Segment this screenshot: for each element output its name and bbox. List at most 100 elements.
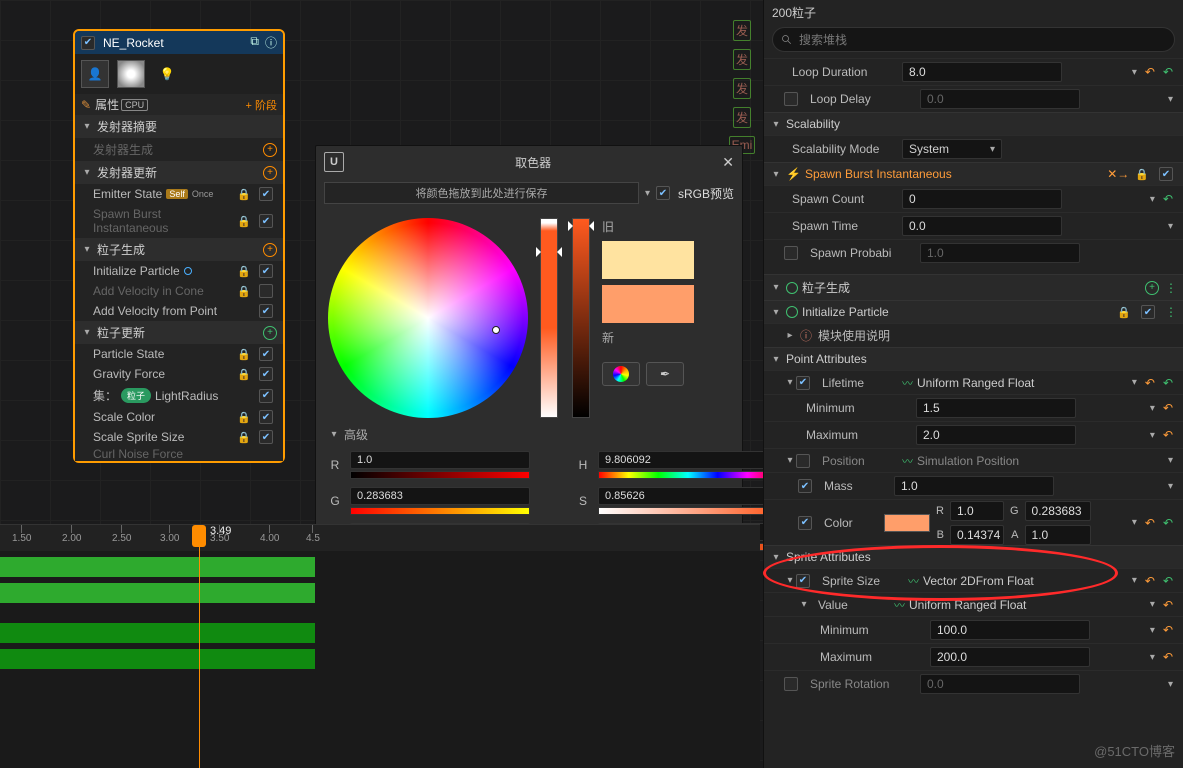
- prop-lifetime[interactable]: ▾ Lifetime 〰 Uniform Ranged Float ▾↶↶: [764, 370, 1183, 394]
- item-curl-noise[interactable]: Curl Noise Force: [75, 447, 283, 461]
- saturation-bar[interactable]: [540, 218, 558, 418]
- reset-icon[interactable]: ↶: [1163, 65, 1173, 79]
- timeline-track[interactable]: [0, 623, 760, 643]
- close-icon[interactable]: ✕: [722, 154, 734, 171]
- life-min-input[interactable]: 1.5: [916, 398, 1076, 418]
- mass-input[interactable]: 1.0: [894, 476, 1054, 496]
- loop-duration-input[interactable]: 8.0: [902, 62, 1062, 82]
- eyedropper-button[interactable]: ✒: [646, 362, 684, 386]
- dialog-titlebar[interactable]: U 取色器 ✕: [316, 146, 742, 178]
- section-emitter-update[interactable]: ▾发射器更新 +: [75, 161, 283, 184]
- props-row[interactable]: ✎ 属性 CPU + 阶段: [75, 94, 283, 115]
- group-particle-spawn[interactable]: ▾ 粒子生成 +⋮: [764, 274, 1183, 300]
- prop-loop-duration[interactable]: Loop Duration 8.0 ▾↶↶: [764, 58, 1183, 85]
- new-color-swatch[interactable]: [602, 285, 694, 323]
- info-icon[interactable]: ⓘ: [265, 34, 277, 51]
- color-B-input[interactable]: 0.14374: [950, 525, 1004, 545]
- size-min-input[interactable]: 100.0: [930, 620, 1090, 640]
- enable-emitter-checkbox[interactable]: [81, 36, 95, 50]
- item-gravity-force[interactable]: Gravity Force 🔒: [75, 364, 283, 384]
- group-scalability[interactable]: ▾Scalability: [764, 112, 1183, 135]
- item-scale-color[interactable]: Scale Color 🔒: [75, 407, 283, 427]
- prop-color[interactable]: Color R1.0 G0.283683 B0.14374 A1.0 ▾↶↶: [764, 499, 1183, 545]
- advanced-header[interactable]: ▾高级: [316, 422, 742, 447]
- srgb-checkbox[interactable]: [656, 186, 670, 200]
- reset-icon[interactable]: ↶: [1163, 192, 1173, 206]
- color-G-input[interactable]: 0.283683: [1025, 501, 1091, 521]
- prop-life-min[interactable]: Minimum 1.5 ▾↶: [764, 394, 1183, 421]
- prop-loop-delay[interactable]: Loop Delay 0.0 ▾: [764, 85, 1183, 112]
- plus-icon[interactable]: +: [263, 143, 277, 157]
- item-add-vel-point[interactable]: Add Velocity from Point: [75, 301, 283, 321]
- input-S[interactable]: 0.85626: [598, 487, 778, 505]
- shuffle-icon[interactable]: ✕→: [1107, 167, 1129, 181]
- color-R-input[interactable]: 1.0: [950, 501, 1004, 521]
- color-A-input[interactable]: 1.0: [1025, 525, 1091, 545]
- plus-icon[interactable]: +: [263, 243, 277, 257]
- color-wheel[interactable]: [328, 218, 528, 418]
- timeline-track[interactable]: [0, 583, 760, 603]
- prop-spawn-prob[interactable]: Spawn Probabi 1.0: [764, 239, 1183, 266]
- prop-sprite-size[interactable]: ▾ Sprite Size 〰 Vector 2DFrom Float ▾↶↶: [764, 568, 1183, 592]
- row-module-usage[interactable]: ▸ⓘ 模块使用说明: [764, 323, 1183, 347]
- item-init-particle[interactable]: Initialize Particle 🔒: [75, 261, 283, 281]
- enable-checkbox[interactable]: [784, 92, 798, 106]
- prop-spawn-count[interactable]: Spawn Count 0 ▾↶: [764, 185, 1183, 212]
- group-spawn-burst[interactable]: ▾⚡ Spawn Burst Instantaneous ✕→🔒: [764, 162, 1183, 185]
- item-particle-state[interactable]: Particle State 🔒: [75, 344, 283, 364]
- color-mode-button[interactable]: [602, 362, 640, 386]
- prop-size-min[interactable]: Minimum 100.0 ▾↶: [764, 616, 1183, 643]
- section-emitter-summary[interactable]: ▾发射器摘要: [75, 115, 283, 138]
- item-scale-sprite-size[interactable]: Scale Sprite Size 🔒: [75, 427, 283, 447]
- prop-scalability-mode[interactable]: Scalability Mode System▾: [764, 135, 1183, 162]
- add-stage-button[interactable]: + 阶段: [246, 97, 277, 113]
- human-icon[interactable]: 👤: [81, 60, 109, 88]
- wheel-cursor[interactable]: [492, 326, 500, 334]
- scalability-mode-combo[interactable]: System▾: [902, 139, 1002, 159]
- section-particle-spawn[interactable]: ▾粒子生成 +: [75, 238, 283, 261]
- item-emitter-spawn[interactable]: 发射器生成 +: [75, 138, 283, 161]
- light-icon[interactable]: 💡: [153, 60, 181, 88]
- prop-sprite-rotation[interactable]: Sprite Rotation 0.0 ▾: [764, 670, 1183, 697]
- prop-position[interactable]: ▾ Position 〰 Simulation Position ▾: [764, 448, 1183, 472]
- item-emitter-state[interactable]: Emitter State Self Once 🔒: [75, 184, 283, 204]
- timeline-track[interactable]: [0, 557, 760, 577]
- plus-icon[interactable]: +: [1145, 281, 1159, 295]
- group-init-particle[interactable]: ▾ Initialize Particle 🔒⋮: [764, 300, 1183, 323]
- old-color-swatch[interactable]: [602, 241, 694, 279]
- color-save-slot[interactable]: 将颜色拖放到此处进行保存: [324, 182, 639, 204]
- timeline[interactable]: 3.49 1.50 2.00 2.50 3.00 3.50 4.00 4.5: [0, 524, 760, 768]
- item-spawn-burst[interactable]: Spawn Burst Instantaneous 🔒: [75, 204, 283, 238]
- emitter-node[interactable]: NE_Rocket ⧉ ⓘ 👤 💡 ✎ 属性 CPU + 阶段 ▾发射器摘要 发…: [73, 29, 285, 463]
- timeline-track[interactable]: [0, 649, 760, 669]
- prop-mass[interactable]: Mass 1.0 ▾: [764, 472, 1183, 499]
- group-point-attrs[interactable]: ▾Point Attributes: [764, 347, 1183, 370]
- spawn-count-input[interactable]: 0: [902, 189, 1062, 209]
- chevron-down-icon[interactable]: ▾: [1132, 67, 1137, 78]
- spawn-prob-input[interactable]: 1.0: [920, 243, 1080, 263]
- prop-value[interactable]: ▾ Value 〰 Uniform Ranged Float ▾↶: [764, 592, 1183, 616]
- size-max-input[interactable]: 200.0: [930, 647, 1090, 667]
- group-sprite-attrs[interactable]: ▾Sprite Attributes: [764, 545, 1183, 568]
- prop-spawn-time[interactable]: Spawn Time 0.0 ▾: [764, 212, 1183, 239]
- section-particle-update[interactable]: ▾粒子更新 +: [75, 321, 283, 344]
- prop-life-max[interactable]: Maximum 2.0 ▾↶: [764, 421, 1183, 448]
- popout-icon[interactable]: ⧉: [250, 34, 259, 51]
- sprite-preview[interactable]: [117, 60, 145, 88]
- value-bar[interactable]: [572, 218, 590, 418]
- plus-icon[interactable]: +: [263, 166, 277, 180]
- input-R[interactable]: 1.0: [350, 451, 530, 469]
- timeline-cursor[interactable]: [199, 525, 200, 768]
- life-max-input[interactable]: 2.0: [916, 425, 1076, 445]
- loop-delay-input[interactable]: 0.0: [920, 89, 1080, 109]
- dot-stack-icon[interactable]: ⋮: [1165, 281, 1177, 295]
- color-chip[interactable]: [884, 514, 930, 532]
- node-titlebar[interactable]: NE_Rocket ⧉ ⓘ: [75, 31, 283, 54]
- sprite-rot-input[interactable]: 0.0: [920, 674, 1080, 694]
- plus-icon[interactable]: +: [263, 326, 277, 340]
- item-add-vel-cone[interactable]: Add Velocity in Cone 🔒: [75, 281, 283, 301]
- undo-icon[interactable]: ↶: [1145, 65, 1155, 79]
- prop-size-max[interactable]: Maximum 200.0 ▾↶: [764, 643, 1183, 670]
- search-input[interactable]: 搜索堆栈: [772, 27, 1175, 52]
- chevron-down-icon[interactable]: ▾: [645, 188, 650, 199]
